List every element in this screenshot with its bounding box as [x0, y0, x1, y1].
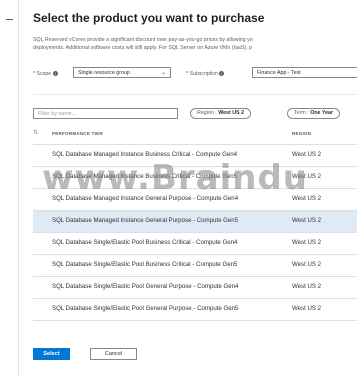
required-icon: *: [33, 71, 36, 77]
left-edge-divider: [18, 0, 19, 376]
table-row[interactable]: SQL Database Single/Elastic Pool Busines…: [33, 232, 357, 254]
cancel-button[interactable]: Cancel: [90, 348, 137, 360]
subscription-value: Finance App - Test: [257, 70, 301, 76]
table-row[interactable]: SQL Database Single/Elastic Pool Busines…: [33, 254, 357, 276]
row-tier: SQL Database Managed Instance Business C…: [52, 151, 238, 158]
subscription-label: Subscription: [189, 71, 219, 77]
info-icon[interactable]: i: [52, 71, 58, 77]
left-edge-panel: [0, 0, 18, 376]
scope-label: Scope: [36, 71, 52, 77]
column-header-performance-tier[interactable]: PERFORMANCE TIER: [52, 131, 103, 136]
scope-label-group: * Scope i: [33, 71, 58, 77]
table-row-selected[interactable]: SQL Database Managed Instance General Pu…: [33, 210, 357, 232]
row-tier: SQL Database Single/Elastic Pool General…: [52, 283, 239, 290]
description-line-2: deployments. Additional software costs w…: [33, 45, 253, 52]
table-row[interactable]: SQL Database Single/Elastic Pool General…: [33, 298, 357, 320]
row-region: West US 2: [292, 283, 322, 290]
region-pill-value: West US 2: [218, 110, 245, 116]
region-filter-pill[interactable]: Region : West US 2: [190, 108, 252, 119]
term-pill-label: Term :: [294, 110, 311, 116]
sort-icon[interactable]: ⇅: [33, 129, 38, 136]
region-pill-label: Region :: [197, 110, 219, 116]
column-header-region[interactable]: REGION: [292, 131, 311, 136]
term-filter-pill[interactable]: Term : One Year: [287, 108, 341, 119]
scope-dropdown[interactable]: Single resource group ⌄: [73, 67, 171, 78]
table-row[interactable]: SQL Database Single/Elastic Pool General…: [33, 276, 357, 298]
required-icon: *: [186, 71, 189, 77]
row-region: West US 2: [292, 261, 322, 268]
row-region: West US 2: [292, 239, 322, 246]
select-button[interactable]: Select: [33, 348, 70, 360]
chevron-down-icon: ⌄: [160, 70, 166, 76]
divider: [33, 94, 357, 95]
description: SQL Reserved vCores provide a significan…: [33, 36, 357, 52]
scope-value: Single resource group: [78, 70, 130, 76]
info-icon[interactable]: i: [219, 71, 225, 77]
term-pill-value: One Year: [310, 110, 334, 116]
subscription-dropdown[interactable]: Finance App - Test: [252, 67, 357, 78]
watermark: www.Braindu: [42, 158, 308, 198]
collapse-icon[interactable]: [6, 19, 13, 20]
row-tier: SQL Database Single/Elastic Pool General…: [52, 305, 239, 312]
row-tier: SQL Database Managed Instance General Pu…: [52, 217, 239, 224]
row-region: West US 2: [292, 217, 322, 224]
page-title: Select the product you want to purchase: [33, 11, 265, 25]
filter-input[interactable]: Filter by name...: [33, 108, 178, 119]
row-region: West US 2: [292, 151, 322, 158]
row-tier: SQL Database Single/Elastic Pool Busines…: [52, 261, 238, 268]
description-line-1: SQL Reserved vCores provide a significan…: [33, 37, 253, 43]
subscription-label-group: * Subscription i: [186, 71, 225, 77]
row-tier: SQL Database Single/Elastic Pool Busines…: [52, 239, 238, 246]
table-bottom-border: [33, 320, 357, 321]
row-region: West US 2: [292, 305, 322, 312]
